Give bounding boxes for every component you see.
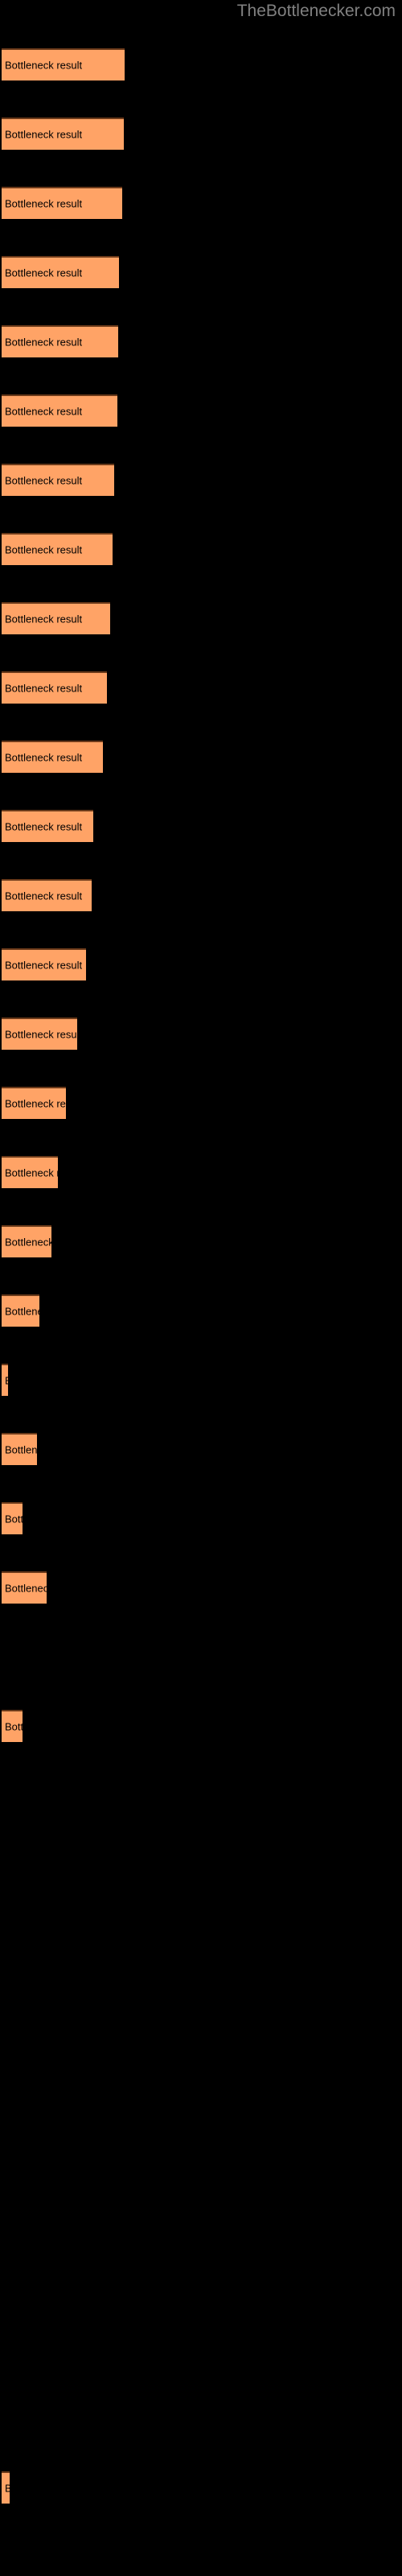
bottleneck-result-bar: Bottleneck result — [2, 1294, 39, 1327]
bar-row: Bottleneck result — [0, 1087, 402, 1119]
bar-label: Bottleneck result — [5, 1582, 47, 1595]
bottleneck-result-bar: Bottleneck result — [2, 1018, 77, 1050]
bottleneck-result-bar: Bottleneck result — [2, 1571, 47, 1604]
bar-row: Bottleneck result — [0, 810, 402, 842]
bar-label: Bottleneck result — [5, 128, 83, 141]
bar-row: Bottleneck result — [0, 1710, 402, 1742]
bar-label: Bottleneck result — [5, 1443, 37, 1456]
bar-label: Bottleneck result — [5, 2483, 10, 2495]
bar-row: Bottleneck result — [0, 464, 402, 496]
bottleneck-result-bar: Bottleneck result — [2, 394, 117, 427]
bar-row: Bottleneck result — [0, 325, 402, 357]
bar-row — [0, 2125, 402, 2157]
bar-label: Bottleneck result — [5, 1305, 39, 1318]
bar-row: Bottleneck result — [0, 1502, 402, 1534]
bottleneck-result-bar: Bottleneck result — [2, 879, 92, 911]
bottleneck-result-bar: Bottleneck result — [2, 48, 125, 80]
bar-label: Bottleneck result — [5, 197, 83, 210]
bar-label: Bottleneck result — [5, 1097, 66, 1110]
bar-row: Bottleneck result — [0, 1225, 402, 1257]
bar-label: Bottleneck result — [5, 959, 83, 972]
bar-row: Bottleneck result — [0, 187, 402, 219]
bar-row: Bottleneck result — [0, 741, 402, 773]
bottleneck-result-bar: Bottleneck result — [2, 948, 86, 980]
bottleneck-result-bar: Bottleneck result — [2, 602, 110, 634]
bar-row: Bottleneck result — [0, 948, 402, 980]
bottleneck-result-bar: Bottleneck result — [2, 671, 107, 704]
bar-label: Bottleneck result — [5, 59, 83, 72]
bar-row: Bottleneck result — [0, 533, 402, 565]
bar-row: Bottleneck result — [0, 671, 402, 704]
bottleneck-result-bar: Bottleneck result — [2, 464, 114, 496]
bar-label: Bottleneck result — [5, 543, 83, 556]
bar-row — [0, 2194, 402, 2227]
bottleneck-result-bar: Bottleneck result — [2, 2471, 10, 2504]
bar-row — [0, 1848, 402, 1880]
bar-row: Bottleneck result — [0, 1433, 402, 1465]
bottleneck-result-bar: Bottleneck result — [2, 325, 118, 357]
bottleneck-result-bar: Bottleneck result — [2, 1156, 58, 1188]
bar-row — [0, 1987, 402, 2019]
bar-label: Bottleneck result — [5, 1720, 23, 1733]
bar-label: Bottleneck result — [5, 266, 83, 279]
bar-row — [0, 1779, 402, 1811]
bottleneck-result-bar: Bottleneck result — [2, 1502, 23, 1534]
bar-label: Bottleneck result — [5, 1236, 51, 1249]
bar-row: Bottleneck result — [0, 1018, 402, 1050]
bar-row: Bottleneck result — [0, 1364, 402, 1396]
bottleneck-result-bar: Bottleneck result — [2, 118, 124, 150]
bar-label: Bottleneck result — [5, 474, 83, 487]
bar-label: Bottleneck result — [5, 890, 83, 902]
bar-label: Bottleneck result — [5, 336, 83, 349]
bar-label: Bottleneck result — [5, 613, 83, 625]
bottleneck-bar-chart: Bottleneck result Bottleneck result Bottle… — [0, 0, 402, 2576]
bar-label: Bottleneck result — [5, 1513, 23, 1525]
bar-row — [0, 2056, 402, 2088]
bar-row — [0, 2402, 402, 2434]
bar-label: Bottleneck result — [5, 1375, 8, 1387]
bar-row: Bottleneck result — [0, 602, 402, 634]
bottleneck-result-bar: Bottleneck result — [2, 741, 103, 773]
bar-row: Bottleneck result — [0, 1156, 402, 1188]
bar-row: Bottleneck result — [0, 1294, 402, 1327]
bottleneck-result-bar: Bottleneck result — [2, 1710, 23, 1742]
bar-row: Bottleneck result — [0, 256, 402, 288]
bar-row: Bottleneck result — [0, 1571, 402, 1604]
bar-label: Bottleneck result — [5, 1028, 77, 1041]
bottleneck-result-bar: Bottleneck result — [2, 1433, 37, 1465]
bar-row: Bottleneck result — [0, 48, 402, 80]
bar-label: Bottleneck result — [5, 1166, 58, 1179]
bar-row: Bottleneck result — [0, 2471, 402, 2504]
bar-row — [0, 1641, 402, 1673]
bar-row — [0, 2333, 402, 2365]
bottleneck-result-bar: Bottleneck result — [2, 810, 93, 842]
bar-label: Bottleneck result — [5, 820, 83, 833]
bottleneck-result-bar: Bottleneck result — [2, 187, 122, 219]
bar-label: Bottleneck result — [5, 751, 83, 764]
bar-row — [0, 1918, 402, 1950]
bar-row: Bottleneck result — [0, 394, 402, 427]
bar-row: Bottleneck result — [0, 118, 402, 150]
bottleneck-result-bar: Bottleneck result — [2, 1087, 66, 1119]
bottleneck-result-bar: Bottleneck result — [2, 256, 119, 288]
bottleneck-result-bar: Bottleneck result — [2, 1225, 51, 1257]
bottleneck-result-bar: Bottleneck result — [2, 1364, 8, 1396]
bar-label: Bottleneck result — [5, 682, 83, 695]
bar-label: Bottleneck result — [5, 405, 83, 418]
bottleneck-result-bar: Bottleneck result — [2, 533, 113, 565]
bar-row: Bottleneck result — [0, 879, 402, 911]
bar-row — [0, 2264, 402, 2296]
